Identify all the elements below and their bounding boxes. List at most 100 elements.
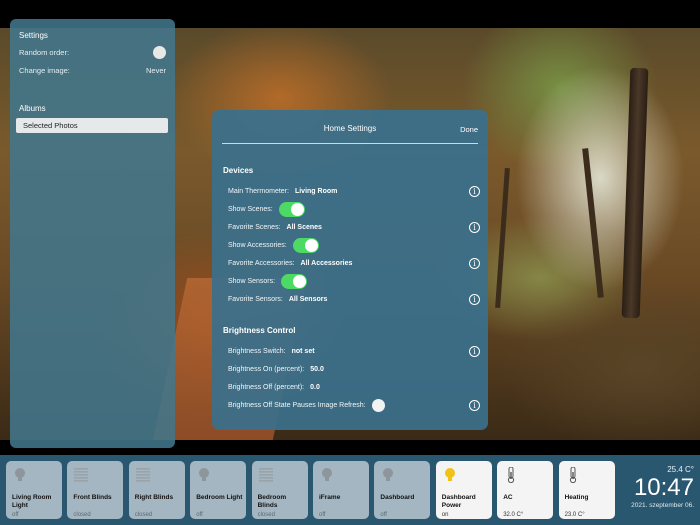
- brightness-on-label: Brightness On (percent):: [228, 365, 305, 373]
- brightness-heading: Brightness Control: [223, 326, 296, 335]
- show-sensors-toggle[interactable]: [281, 273, 308, 289]
- accessory-tile[interactable]: Front Blinds closed: [67, 461, 124, 519]
- tile-name: Bedroom Light: [196, 494, 243, 501]
- brightness-off-value[interactable]: 0.0: [310, 384, 320, 391]
- album-item-selected-photos[interactable]: Selected Photos: [16, 118, 168, 133]
- info-icon[interactable]: i: [469, 222, 480, 233]
- clock-widget: 25.4 C° 10:47 2021. szeptember 06.: [631, 465, 694, 509]
- brightness-pause-row: Brightness Off State Pauses Image Refres…: [228, 397, 480, 413]
- tile-state: closed: [134, 512, 153, 518]
- accessory-tile[interactable]: Living Room Light off: [6, 461, 62, 519]
- toggle-knob: [290, 202, 304, 216]
- tile-state: off: [196, 512, 203, 518]
- show-sensors-row: Show Sensors:: [228, 273, 480, 289]
- main-thermometer-value: Living Room: [294, 187, 338, 195]
- info-icon[interactable]: i: [469, 258, 480, 269]
- blinds-icon: [135, 468, 150, 482]
- blinds-icon: [258, 468, 273, 482]
- tree-trunk: [495, 167, 510, 309]
- tile-name: iFrame: [319, 494, 341, 501]
- accessory-tile[interactable]: Heating 23.0 C°: [558, 461, 615, 519]
- info-icon[interactable]: i: [469, 186, 480, 197]
- favorite-scenes-row[interactable]: Favorite Scenes: All Scenes: [228, 219, 480, 235]
- show-scenes-label: Show Scenes:: [228, 205, 273, 213]
- tile-state: 32.0 C°: [503, 512, 524, 518]
- tile-name: Dashboard Power: [441, 494, 476, 509]
- devices-heading: Devices: [223, 166, 254, 175]
- tile-state: on: [441, 512, 449, 518]
- tile-name: Living Room Light: [12, 494, 52, 509]
- accessory-tile[interactable]: Dashboard off: [374, 461, 431, 519]
- tile-name: Right Blinds: [134, 494, 174, 501]
- tile-state: off: [319, 512, 326, 518]
- change-image-row[interactable]: Change image: Never: [19, 63, 166, 77]
- done-button[interactable]: Done: [460, 125, 478, 134]
- brightness-switch-row[interactable]: Brightness Switch: not set: [228, 343, 480, 359]
- favorite-scenes-value: All Scenes: [286, 223, 322, 231]
- thermometer-icon: [569, 467, 576, 483]
- date-display: 2021. szeptember 06.: [631, 502, 694, 509]
- brightness-pause-label: Brightness Off State Pauses Image Refres…: [228, 401, 366, 409]
- favorite-accessories-label: Favorite Accessories:: [228, 259, 295, 267]
- random-order-radio[interactable]: [153, 45, 166, 59]
- change-image-label: Change image:: [19, 65, 70, 75]
- show-sensors-label: Show Sensors:: [228, 277, 276, 285]
- bulb-icon: [383, 468, 394, 481]
- accessory-tile[interactable]: AC 32.0 C°: [497, 461, 554, 519]
- bulb-icon: [444, 468, 455, 481]
- info-icon[interactable]: i: [469, 400, 480, 411]
- show-accessories-row: Show Accessories:: [228, 237, 480, 253]
- brightness-on-row[interactable]: Brightness On (percent): 50.0: [228, 361, 480, 377]
- accessory-tile[interactable]: Bedroom Light off: [190, 461, 247, 519]
- tile-name: AC: [503, 494, 513, 501]
- home-settings-modal: Home Settings Done Devices Main Thermome…: [212, 110, 488, 430]
- accessory-tile[interactable]: iFrame off: [313, 461, 369, 519]
- brightness-on-value[interactable]: 50.0: [310, 366, 324, 373]
- accessory-tile[interactable]: Bedroom Blinds closed: [251, 461, 308, 519]
- settings-sidebar: Settings Random order: Change image: Nev…: [10, 19, 175, 448]
- tile-state: 23.0 C°: [564, 512, 585, 518]
- favorite-sensors-row[interactable]: Favorite Sensors: All Sensors: [228, 291, 480, 307]
- brightness-off-label: Brightness Off (percent):: [228, 383, 305, 391]
- temperature-readout: 25.4 C°: [667, 465, 694, 474]
- tile-state: off: [380, 512, 387, 518]
- toggle-knob: [293, 274, 307, 288]
- brightness-pause-radio[interactable]: [371, 398, 385, 412]
- show-accessories-toggle[interactable]: [292, 237, 319, 253]
- tile-state: closed: [257, 512, 275, 518]
- tree-trunk: [582, 148, 604, 298]
- blinds-icon: [74, 468, 89, 482]
- thermometer-icon: [508, 467, 515, 483]
- show-scenes-toggle[interactable]: [278, 201, 305, 217]
- change-image-value[interactable]: Never: [146, 66, 166, 75]
- show-scenes-row: Show Scenes:: [228, 201, 480, 217]
- accessory-tile[interactable]: Right Blinds closed: [128, 461, 185, 519]
- main-thermometer-label: Main Thermometer:: [228, 187, 289, 195]
- info-icon[interactable]: i: [469, 294, 480, 305]
- time-display: 10:47: [633, 474, 694, 501]
- favorite-sensors-value: All Sensors: [288, 295, 328, 303]
- tile-name: Heating: [564, 494, 589, 501]
- tile-state: off: [12, 512, 19, 518]
- brightness-switch-value: not set: [291, 347, 315, 355]
- favorite-scenes-label: Favorite Scenes:: [228, 223, 281, 231]
- tree-trunk: [621, 67, 649, 319]
- tile-name: Dashboard: [380, 494, 415, 501]
- bulb-icon: [199, 468, 210, 481]
- bulb-icon: [322, 468, 332, 481]
- accessory-tile[interactable]: Dashboard Power on: [435, 461, 492, 519]
- favorite-accessories-value: All Accessories: [300, 259, 353, 267]
- favorite-accessories-row[interactable]: Favorite Accessories: All Accessories: [228, 255, 480, 271]
- show-accessories-label: Show Accessories:: [228, 241, 287, 249]
- main-thermometer-row[interactable]: Main Thermometer: Living Room: [228, 183, 480, 199]
- accessory-bar: Living Room Light off Front Blinds closed Ri…: [0, 455, 700, 525]
- random-order-row[interactable]: Random order:: [19, 45, 166, 59]
- tile-name: Front Blinds: [73, 494, 112, 501]
- info-icon[interactable]: i: [469, 346, 480, 357]
- brightness-off-row[interactable]: Brightness Off (percent): 0.0: [228, 379, 480, 395]
- divider: [222, 143, 478, 144]
- brightness-switch-label: Brightness Switch:: [228, 347, 286, 355]
- favorite-sensors-label: Favorite Sensors:: [228, 295, 283, 303]
- tile-name: Bedroom Blinds: [257, 494, 287, 509]
- albums-heading: Albums: [19, 104, 46, 113]
